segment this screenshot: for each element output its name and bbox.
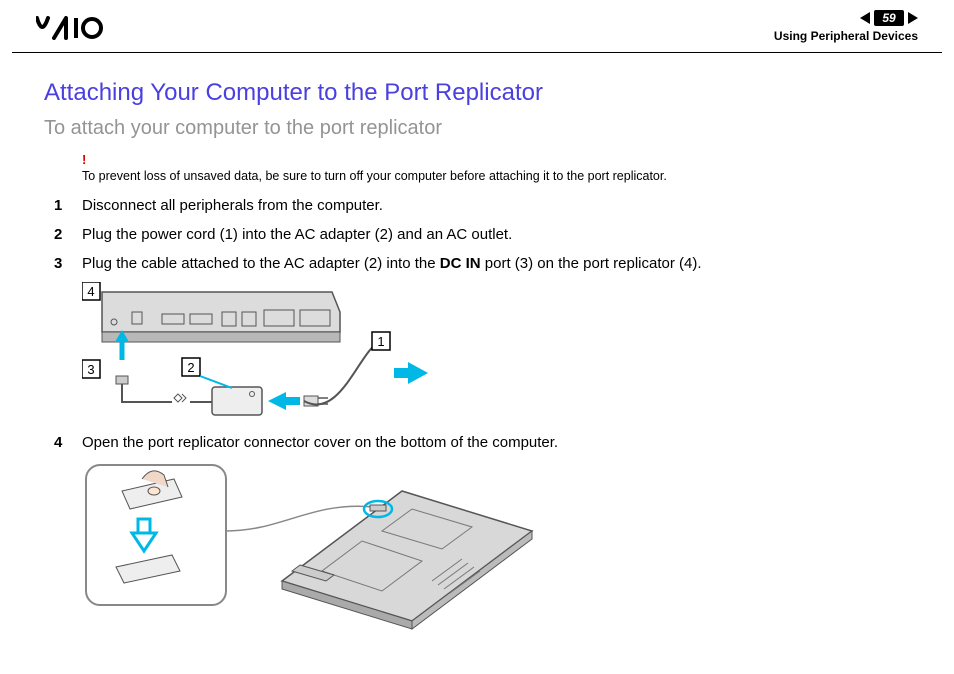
- step-text: Plug the cable attached to the AC adapte…: [82, 253, 910, 274]
- step-text: Disconnect all peripherals from the comp…: [82, 195, 910, 216]
- laptop-bottom-illustration: [282, 491, 532, 629]
- page-header: 59 Using Peripheral Devices: [12, 0, 942, 53]
- step-text: Plug the power cord (1) into the AC adap…: [82, 224, 910, 245]
- vaio-logo: [36, 10, 126, 44]
- ac-adapter-illustration: [212, 387, 262, 415]
- step-3: 3 Plug the cable attached to the AC adap…: [44, 253, 910, 274]
- step-4: 4 Open the port replicator connector cov…: [44, 432, 910, 453]
- svg-text:1: 1: [377, 334, 384, 349]
- step-text-bold: DC IN: [440, 255, 481, 272]
- step-1: 1 Disconnect all peripherals from the co…: [44, 195, 910, 216]
- warning-text: To prevent loss of unsaved data, be sure…: [82, 169, 667, 183]
- step-number: 2: [54, 224, 82, 245]
- port-replicator-illustration: [102, 292, 340, 342]
- step-text-post: port (3) on the port replicator (4).: [481, 255, 702, 272]
- page-content: Attaching Your Computer to the Port Repl…: [0, 53, 954, 631]
- next-page-arrow-icon[interactable]: [908, 12, 918, 24]
- svg-text:4: 4: [87, 284, 94, 299]
- power-cord-illustration: [304, 342, 382, 406]
- steps-list: 1 Disconnect all peripherals from the co…: [44, 195, 910, 274]
- step-number: 3: [54, 253, 82, 274]
- step-text: Open the port replicator connector cover…: [82, 432, 910, 453]
- step-text-pre: Plug the cable attached to the AC adapte…: [82, 255, 440, 272]
- leader-line: [226, 506, 374, 531]
- step-number: 1: [54, 195, 82, 216]
- warning-block: ! To prevent loss of unsaved data, be su…: [82, 152, 910, 185]
- callout-3: 3: [82, 360, 100, 378]
- prev-page-arrow-icon[interactable]: [860, 12, 870, 24]
- arrow-to-outlet-icon: [394, 362, 428, 384]
- page-number: 59: [874, 10, 904, 26]
- page-title: Attaching Your Computer to the Port Repl…: [44, 79, 910, 107]
- step-number: 4: [54, 432, 82, 453]
- callout-4: 4: [82, 282, 100, 300]
- page-navigator: 59: [860, 10, 918, 26]
- svg-text:2: 2: [187, 360, 194, 375]
- page-subtitle: To attach your computer to the port repl…: [44, 117, 910, 140]
- section-title: Using Peripheral Devices: [774, 29, 918, 43]
- warning-icon: !: [82, 152, 910, 167]
- callout-1: 1: [372, 332, 390, 350]
- figure-connector-cover: [82, 461, 910, 631]
- header-right: 59 Using Peripheral Devices: [774, 10, 918, 43]
- figure-cable-diagram: 4 3: [82, 282, 910, 422]
- callout-2: 2: [182, 358, 232, 388]
- arrow-power-to-adapter-icon: [268, 392, 300, 410]
- step-2: 2 Plug the power cord (1) into the AC ad…: [44, 224, 910, 245]
- svg-text:3: 3: [87, 362, 94, 377]
- dc-cable-illustration: [116, 376, 212, 402]
- steps-list-continued: 4 Open the port replicator connector cov…: [44, 432, 910, 453]
